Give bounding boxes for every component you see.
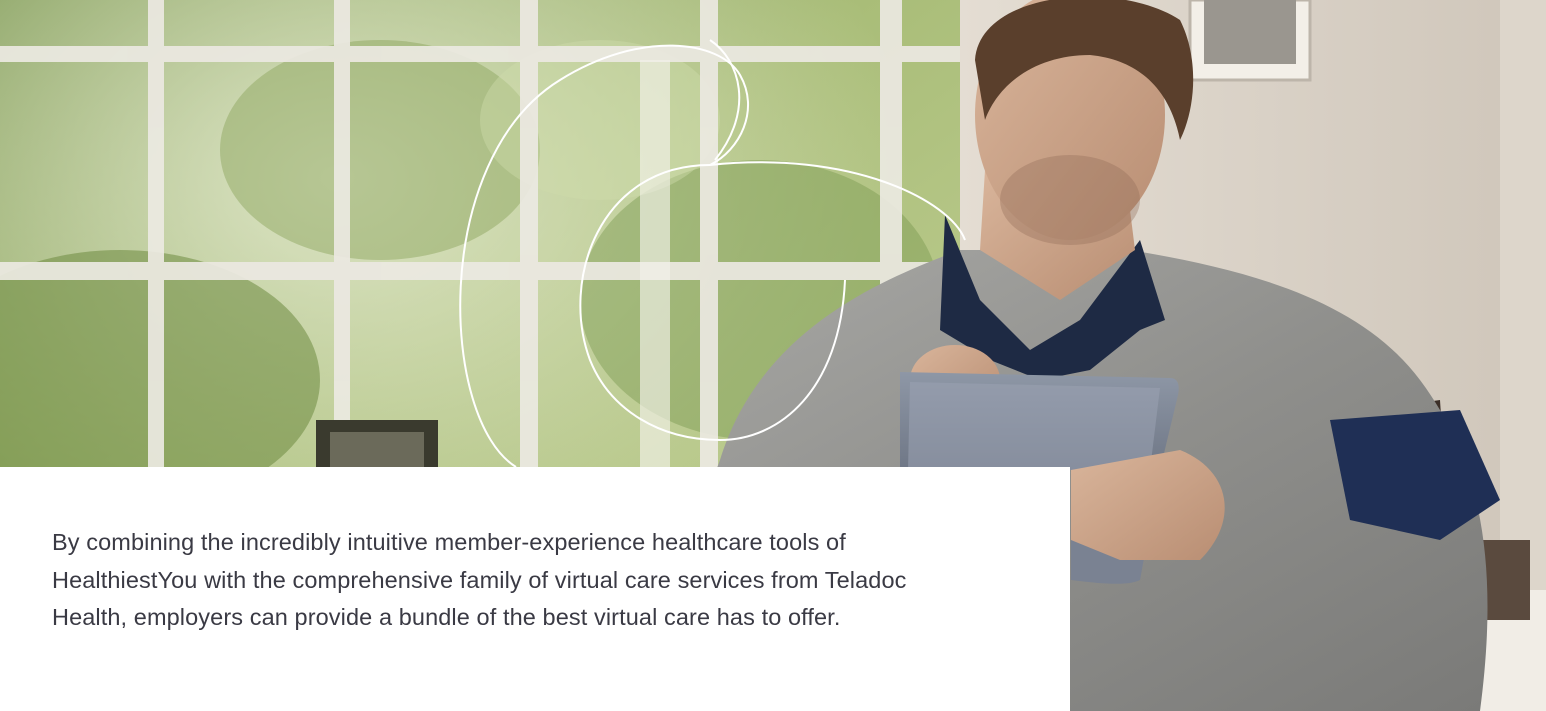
page: By combining the incredibly intuitive me… [0, 0, 1546, 711]
intro-paragraph: By combining the incredibly intuitive me… [52, 529, 907, 630]
